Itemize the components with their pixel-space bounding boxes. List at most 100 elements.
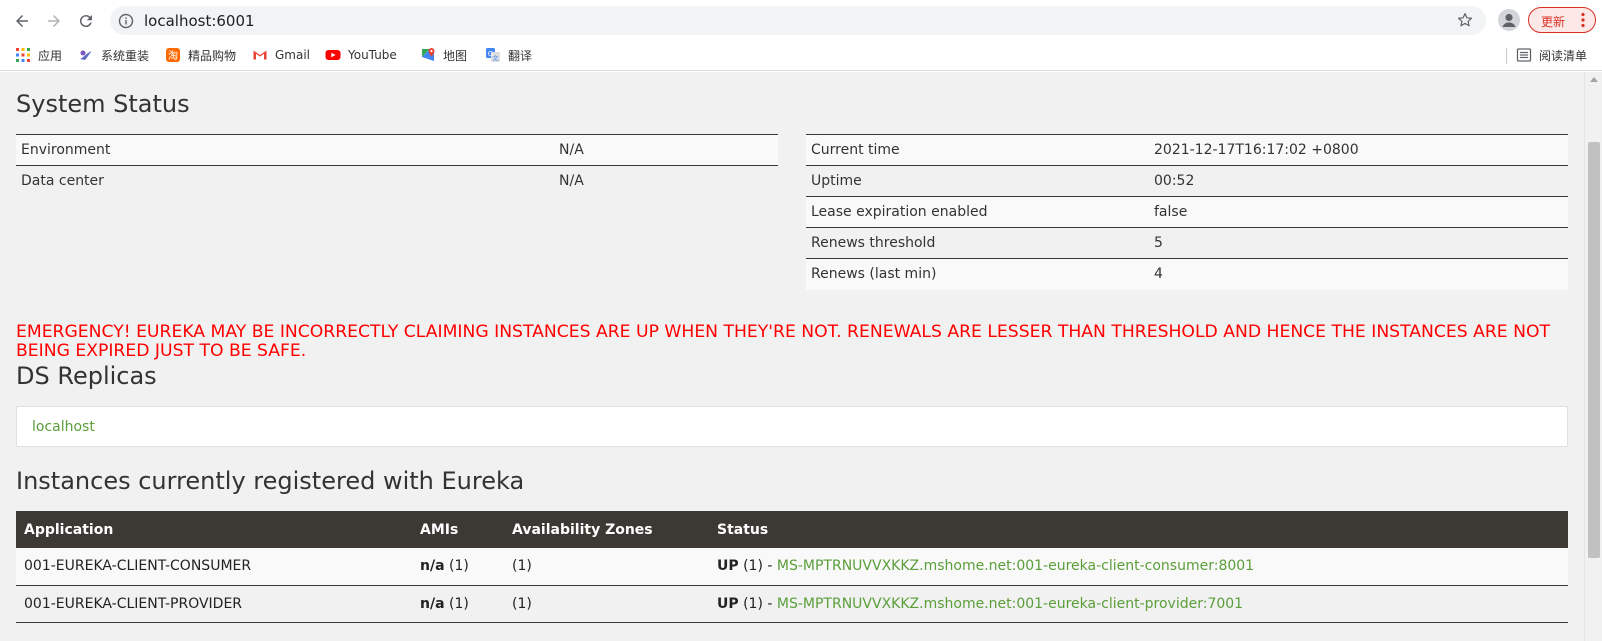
table-row: Renews threshold 5 <box>806 227 1568 259</box>
bookmarks-bar: 应用 系统重装 淘 精品购物 Gmail YouTube 地图 G 文 翻译 阅… <box>0 40 1602 71</box>
renews-threshold-key: Renews threshold <box>806 227 1149 259</box>
table-row: Uptime 00:52 <box>806 165 1568 197</box>
eureka-dashboard: System Status Environment N/A Data cente… <box>0 72 1600 641</box>
current-time-value: 2021-12-17T16:17:02 +0800 <box>1149 134 1568 166</box>
environment-table: Environment N/A Data center N/A <box>16 134 778 197</box>
uptime-key: Uptime <box>806 165 1149 197</box>
url-text[interactable]: localhost:6001 <box>144 12 255 30</box>
table-row: 001-EUREKA-CLIENT-CONSUMER n/a (1) (1) U… <box>16 548 1568 586</box>
bookmark-label: YouTube <box>348 48 397 62</box>
svg-text:文: 文 <box>492 55 498 63</box>
amis-count: (1) <box>448 558 469 575</box>
column-header: Availability Zones <box>504 511 709 548</box>
amis-value: n/a <box>420 558 445 575</box>
reload-icon <box>79 15 92 28</box>
status-value: UP <box>717 595 739 612</box>
update-button[interactable]: 更新 <box>1528 7 1596 33</box>
table-row: Renews (last min) 4 <box>806 258 1568 290</box>
info-icon[interactable] <box>118 13 134 29</box>
bookmark-label: 翻译 <box>508 48 533 63</box>
bookmark-youtube[interactable]: YouTube <box>325 45 397 65</box>
scrollbar-thumb[interactable] <box>1588 142 1600 558</box>
instance-link[interactable]: MS-MPTRNUVVXKKZ.mshome.net:001-eureka-cl… <box>777 558 1254 574</box>
reading-list[interactable]: 阅读清单 <box>1516 45 1587 65</box>
lease-expiration-value: false <box>1149 196 1568 228</box>
column-header: Application <box>16 511 412 548</box>
renews-last-min-value: 4 <box>1149 258 1568 290</box>
ds-replicas-title: DS Replicas <box>16 362 157 390</box>
amis-cell: n/a (1) <box>412 548 504 586</box>
instance-link[interactable]: MS-MPTRNUVVXKKZ.mshome.net:001-eureka-cl… <box>777 596 1243 612</box>
taobao-icon: 淘 <box>166 48 180 62</box>
system-reinstall-icon <box>80 50 92 60</box>
more-vert-icon <box>1581 12 1585 28</box>
forward-button[interactable] <box>41 8 67 34</box>
youtube-icon <box>325 50 341 60</box>
status-cell: UP (1) - MS-MPTRNUVVXKKZ.mshome.net:001-… <box>709 548 1568 586</box>
amis-value: n/a <box>420 595 445 612</box>
renews-threshold-value: 5 <box>1149 227 1568 259</box>
bookmark-apps[interactable]: 应用 <box>15 45 62 65</box>
update-label: 更新 <box>1541 15 1566 29</box>
reading-list-label: 阅读清单 <box>1539 48 1588 63</box>
instances-table: Application AMIs Availability Zones Stat… <box>16 511 1568 623</box>
env-value: N/A <box>554 134 778 166</box>
bookmark-label: 地图 <box>443 48 468 63</box>
current-time-key: Current time <box>806 134 1149 166</box>
env-key: Environment <box>16 134 554 166</box>
datacenter-value: N/A <box>554 165 778 197</box>
browser-toolbar: localhost:6001 更新 <box>0 0 1602 40</box>
bookmark-label: Gmail <box>275 48 311 62</box>
application-cell: 001-EUREKA-CLIENT-PROVIDER <box>16 585 412 623</box>
profile-avatar-icon[interactable] <box>1498 9 1520 31</box>
table-header-row: Application AMIs Availability Zones Stat… <box>16 511 1568 548</box>
gmail-icon <box>253 50 267 60</box>
lease-expiration-key: Lease expiration enabled <box>806 196 1149 228</box>
table-row: Environment N/A <box>16 134 778 166</box>
zones-cell: (1) <box>504 585 709 623</box>
table-row: 001-EUREKA-CLIENT-PROVIDER n/a (1) (1) U… <box>16 585 1568 623</box>
replica-link[interactable]: localhost <box>32 419 95 435</box>
apps-grid-icon <box>16 48 30 62</box>
emergency-warning: EMERGENCY! EUREKA MAY BE INCORRECTLY CLA… <box>16 322 1551 361</box>
table-row: Current time 2021-12-17T16:17:02 +0800 <box>806 134 1568 166</box>
runtime-status-table: Current time 2021-12-17T16:17:02 +0800 U… <box>806 134 1568 290</box>
arrow-right-icon <box>48 15 60 27</box>
bookmark-label: 应用 <box>38 48 63 63</box>
renews-last-min-key: Renews (last min) <box>806 258 1149 290</box>
instances-title: Instances currently registered with Eure… <box>16 467 525 495</box>
bookmark-translate[interactable]: G 文 翻译 <box>485 45 532 65</box>
reload-button[interactable] <box>73 8 99 34</box>
datacenter-key: Data center <box>16 165 554 197</box>
back-button[interactable] <box>9 8 35 34</box>
bookmark-separator <box>1506 48 1507 64</box>
replicas-list: localhost <box>16 406 1568 447</box>
bookmark-gmail[interactable]: Gmail <box>252 45 310 65</box>
bookmark-star-icon[interactable] <box>1456 11 1474 29</box>
table-row: Lease expiration enabled false <box>806 196 1568 228</box>
reading-list-icon <box>1516 48 1532 62</box>
status-value: UP <box>717 558 739 575</box>
bookmark-system-reinstall[interactable]: 系统重装 <box>78 45 149 65</box>
column-header: AMIs <box>412 511 504 548</box>
column-header: Status <box>709 511 1568 548</box>
zones-cell: (1) <box>504 548 709 586</box>
bookmark-maps[interactable]: 地图 <box>420 45 467 65</box>
svg-text:淘: 淘 <box>168 49 178 62</box>
system-status-title: System Status <box>16 90 190 118</box>
translate-icon: G 文 <box>486 48 500 63</box>
status-count: (1) - <box>743 595 773 612</box>
maps-icon <box>422 48 435 61</box>
scroll-up-arrow-icon[interactable] <box>1590 77 1598 82</box>
application-cell: 001-EUREKA-CLIENT-CONSUMER <box>16 548 412 586</box>
uptime-value: 00:52 <box>1149 165 1568 197</box>
arrow-left-icon <box>16 15 28 27</box>
bookmark-label: 系统重装 <box>101 48 150 63</box>
bookmark-label: 精品购物 <box>188 48 237 63</box>
bookmark-taobao[interactable]: 淘 精品购物 <box>165 45 236 65</box>
address-bar[interactable]: localhost:6001 <box>110 6 1486 35</box>
status-count: (1) - <box>743 558 773 575</box>
amis-cell: n/a (1) <box>412 585 504 623</box>
page-scrollbar[interactable] <box>1584 72 1602 641</box>
status-cell: UP (1) - MS-MPTRNUVVXKKZ.mshome.net:001-… <box>709 585 1568 623</box>
